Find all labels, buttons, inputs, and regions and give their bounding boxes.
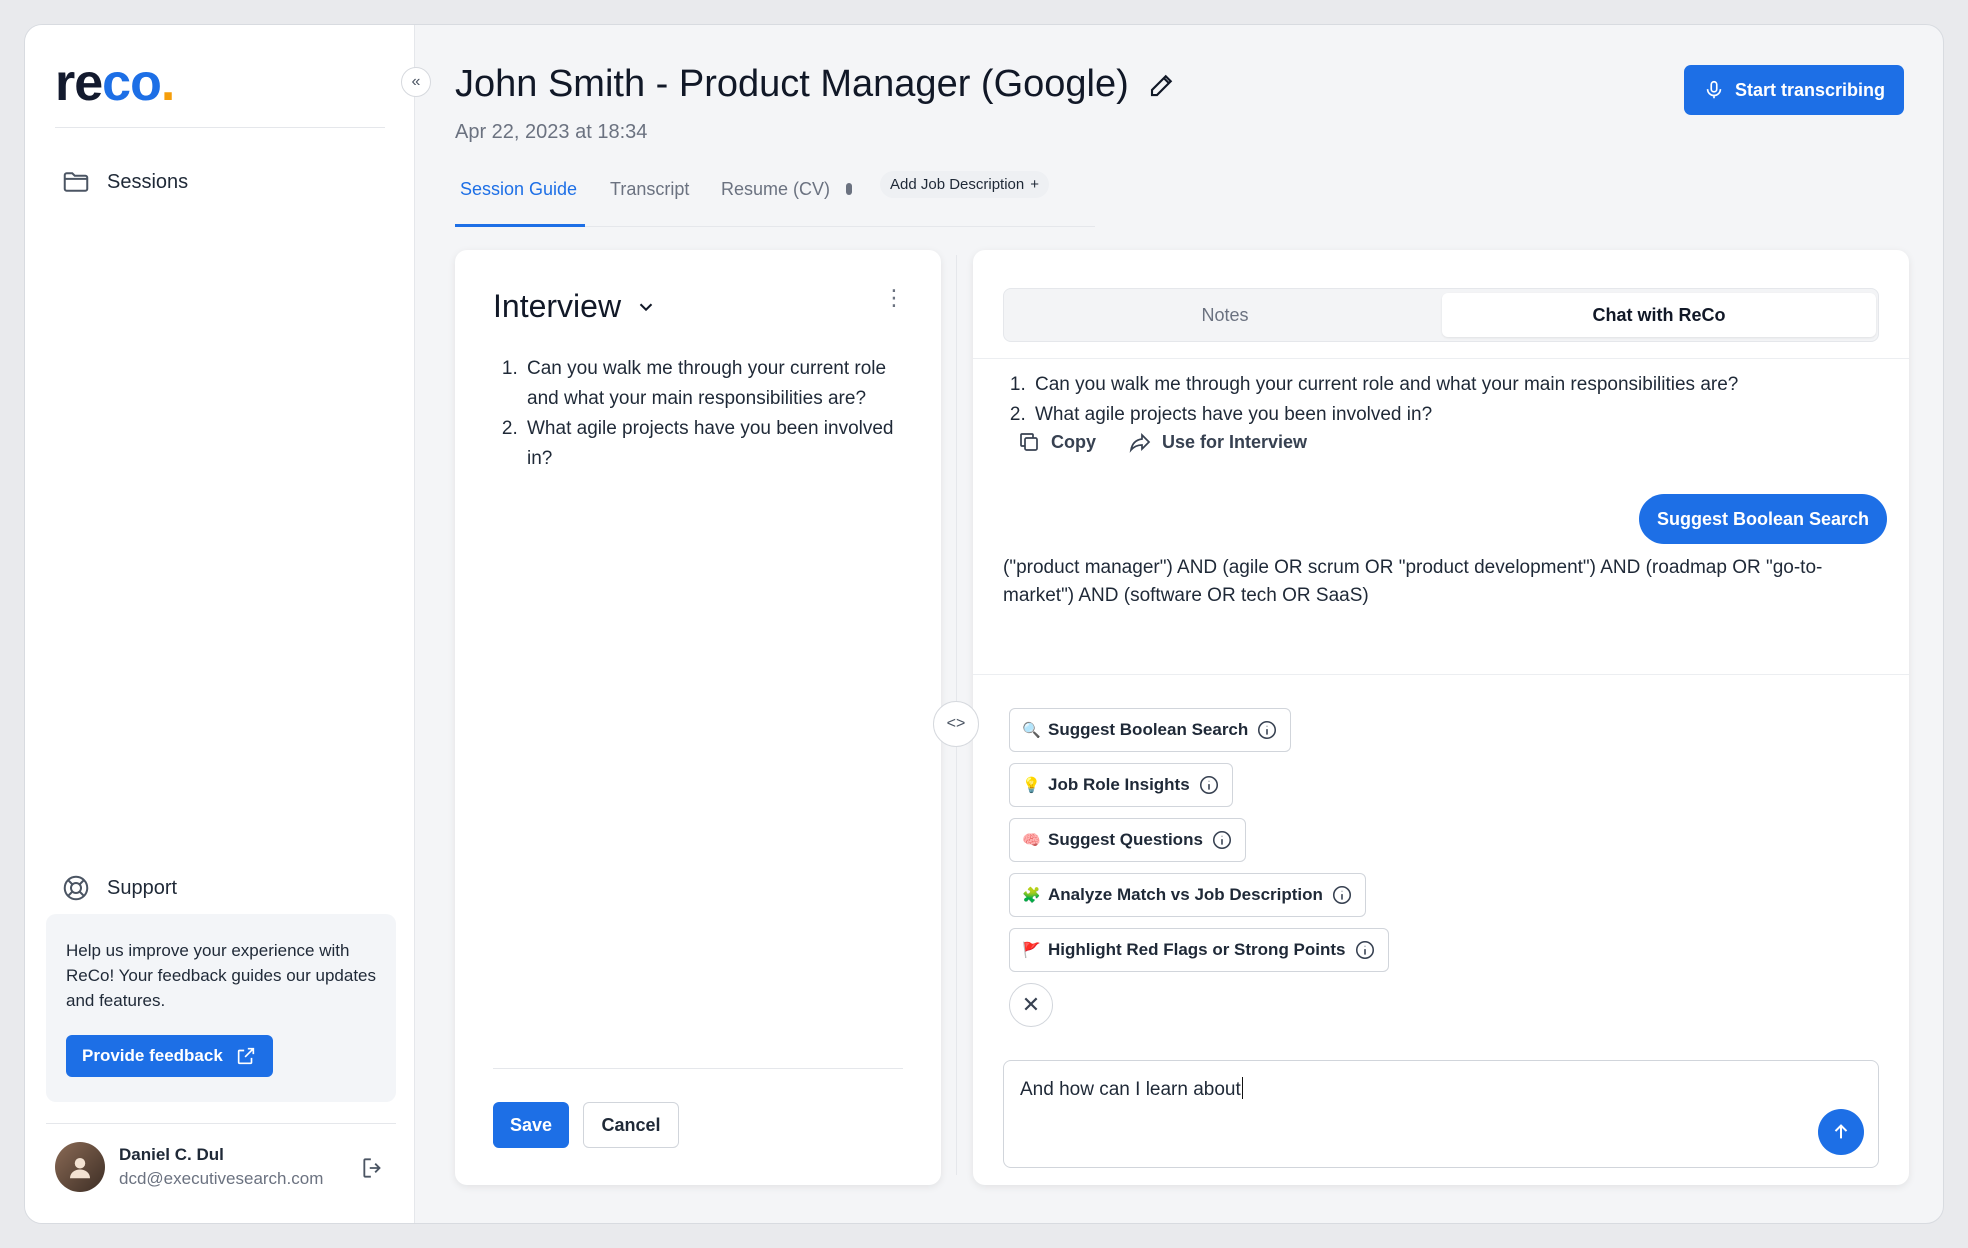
resize-handle[interactable]: <> [933,701,979,747]
chip-analyze-match[interactable]: 🧩 Analyze Match vs Job Description [1009,873,1366,917]
page-title: John Smith - Product Manager (Google) [455,63,1177,106]
tab-transcript[interactable]: Transcript [610,175,689,227]
app-window: reco. Sessions Support Help us improve y… [24,24,1944,1224]
plus-icon: + [1030,176,1040,193]
paperclip-icon [846,183,853,195]
list-item: Can you walk me through your current rol… [523,354,923,414]
list-item: What agile projects have you been involv… [523,414,923,474]
message-actions: Copy Use for Interview [1017,430,1307,454]
avatar [55,1142,105,1192]
user-profile[interactable]: Daniel C. Dul dcd@executivesearch.com [55,1142,323,1192]
tab-resume[interactable]: Resume (CV) [721,175,858,227]
provide-feedback-button[interactable]: Provide feedback [66,1035,273,1077]
divider [973,358,1909,359]
flag-icon: 🚩 [1022,942,1041,959]
chat-messages[interactable]: Can you walk me through your current rol… [973,360,1909,676]
provide-feedback-label: Provide feedback [82,1046,223,1065]
session-date: Apr 22, 2023 at 18:34 [455,121,648,143]
assistant-message: Can you walk me through your current rol… [1031,370,1738,430]
chevron-down-icon [639,303,653,311]
lightbulb-icon: 💡 [1022,777,1041,794]
user-message-bubble: Suggest Boolean Search [1639,494,1888,544]
session-tabs: Session Guide Transcript Resume (CV) Add… [455,171,1095,227]
start-transcribing-button[interactable]: Start transcribing [1684,65,1904,115]
close-quick-actions-button[interactable]: ✕ [1009,983,1053,1027]
puzzle-icon: 🧩 [1022,887,1041,904]
quick-actions: 🔍 Suggest Boolean Search 💡 Job Role Insigh… [1009,708,1389,1027]
save-button[interactable]: Save [493,1102,569,1148]
sidebar-item-label: Support [107,876,178,899]
arrow-up-icon [1834,1124,1848,1139]
use-for-interview-button[interactable]: Use for Interview [1128,430,1307,454]
divider [493,1068,903,1069]
user-icon [70,1158,90,1179]
tab-session-guide[interactable]: Session Guide [455,175,585,227]
collapse-sidebar-button[interactable]: « [401,67,431,97]
code-brackets-icon: <> [946,715,966,732]
add-job-description-label: Add Job Description [890,176,1025,193]
divider [55,127,385,128]
folder-icon [63,172,89,192]
user-email: dcd@executivesearch.com [119,1169,324,1188]
chat-panel: Notes Chat with ReCo Can you walk me thr… [973,250,1909,1185]
tab-chat-with-reco[interactable]: Chat with ReCo [1442,293,1876,337]
reco-logo[interactable]: reco. [55,53,175,113]
session-title: John Smith - Product Manager (Google) [455,63,1129,105]
info-icon[interactable] [1211,829,1233,851]
copy-button[interactable]: Copy [1017,430,1096,454]
chip-suggest-questions[interactable]: 🧠 Suggest Questions [1009,818,1246,862]
microphone-icon [1706,80,1722,99]
feedback-text: Help us improve your experience with ReC… [66,941,377,1010]
external-link-icon [237,1047,254,1065]
edit-pencil-icon[interactable] [1147,70,1177,100]
lifebuoy-icon [63,875,89,901]
chevrons-left-icon: « [411,73,421,90]
user-name: Daniel C. Dul [119,1145,224,1164]
info-icon[interactable] [1198,774,1220,796]
info-icon[interactable] [1331,884,1353,906]
boolean-search-result: ("product manager") AND (agile OR scrum … [1003,557,1823,606]
sidebar-item-sessions[interactable]: Sessions [61,167,188,197]
more-options-icon[interactable]: ⋮ [883,287,905,309]
list-item: What agile projects have you been involv… [1031,400,1738,430]
chat-input[interactable]: And how can I learn about [1003,1060,1879,1168]
sidebar-item-label: Sessions [107,170,189,193]
copy-icon [1020,433,1038,451]
chip-highlight-red-flags[interactable]: 🚩 Highlight Red Flags or Strong Points [1009,928,1389,972]
magnifier-icon: 🔍 [1022,722,1041,739]
close-icon: ✕ [1021,992,1041,1017]
logout-icon[interactable] [360,1155,386,1181]
guide-section-title: Interview [493,288,622,324]
question-list[interactable]: Can you walk me through your current rol… [523,354,923,474]
list-item: Can you walk me through your current rol… [1031,370,1738,400]
sidebar: reco. Sessions Support Help us improve y… [25,25,415,1223]
start-transcribing-label: Start transcribing [1734,79,1886,100]
tab-notes[interactable]: Notes [1008,293,1442,337]
chip-suggest-boolean-search[interactable]: 🔍 Suggest Boolean Search [1009,708,1292,752]
chat-input-value: And how can I learn about [1020,1079,1241,1100]
divider [46,1123,396,1124]
divider [973,674,1909,675]
feedback-card: Help us improve your experience with ReC… [46,914,396,1102]
share-arrow-icon [1129,432,1151,453]
guide-section-selector[interactable]: Interview [493,288,657,325]
info-icon[interactable] [1354,939,1376,961]
send-button[interactable] [1818,1109,1864,1155]
chip-job-role-insights[interactable]: 💡 Job Role Insights [1009,763,1233,807]
panel-switcher: Notes Chat with ReCo [1003,288,1879,342]
brain-icon: 🧠 [1022,832,1041,849]
sidebar-item-support[interactable]: Support [61,873,177,903]
add-job-description-button[interactable]: Add Job Description + [880,171,1050,198]
text-caret [1241,1077,1243,1099]
cancel-button[interactable]: Cancel [583,1102,679,1148]
session-guide-panel: Interview ⋮ Can you walk me through your… [455,250,941,1185]
info-icon[interactable] [1256,719,1278,741]
